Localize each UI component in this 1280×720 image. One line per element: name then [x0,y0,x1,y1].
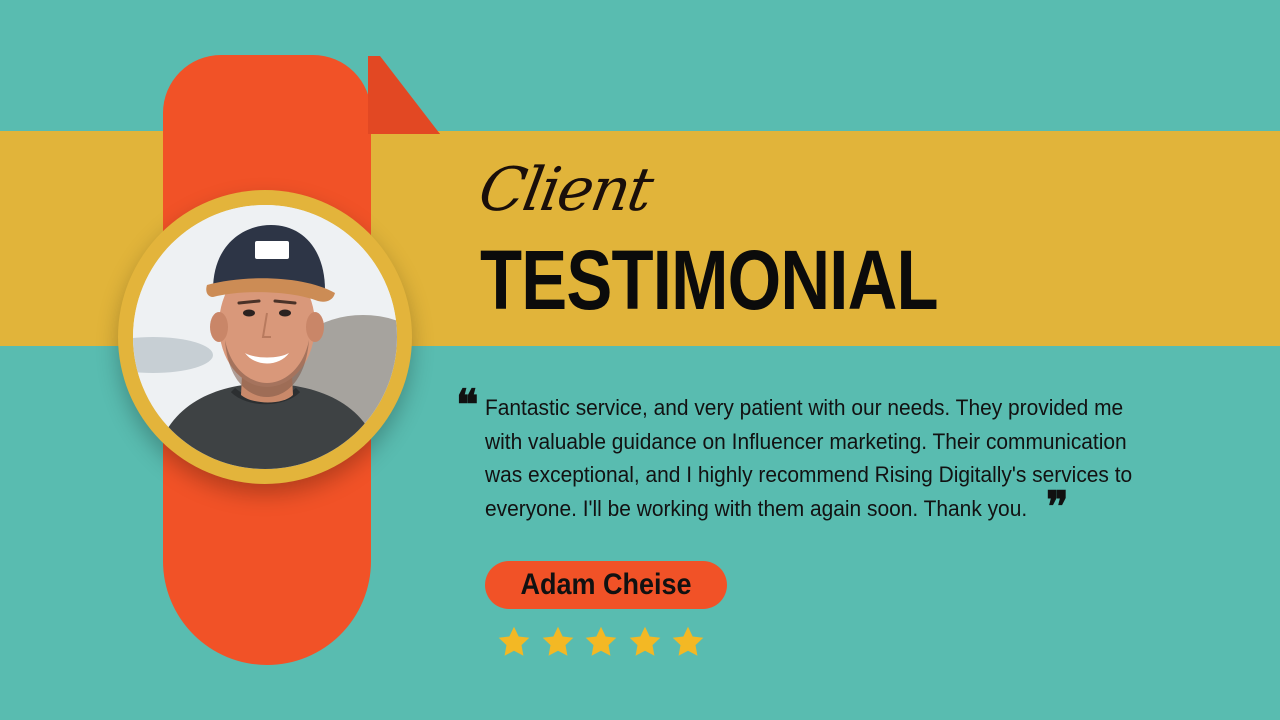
star-icon [498,626,530,656]
client-avatar [133,205,397,469]
star-icon [585,626,617,656]
quote-close-icon: ❞ [1046,482,1069,531]
testimonial-text: Fantastic service, and very patient with… [485,395,1133,521]
ribbon-fold-shape [368,56,440,134]
star-icon [672,626,704,656]
client-script-heading: Client [473,155,657,225]
quote-open-icon: ❝ [456,380,479,429]
star-rating [496,624,714,664]
page-title: TESTIMONIAL [480,233,939,327]
client-name-badge: Adam Cheise [485,561,727,609]
star-icon [629,626,660,656]
client-name: Adam Cheise [520,568,692,601]
star-icon [542,626,573,656]
